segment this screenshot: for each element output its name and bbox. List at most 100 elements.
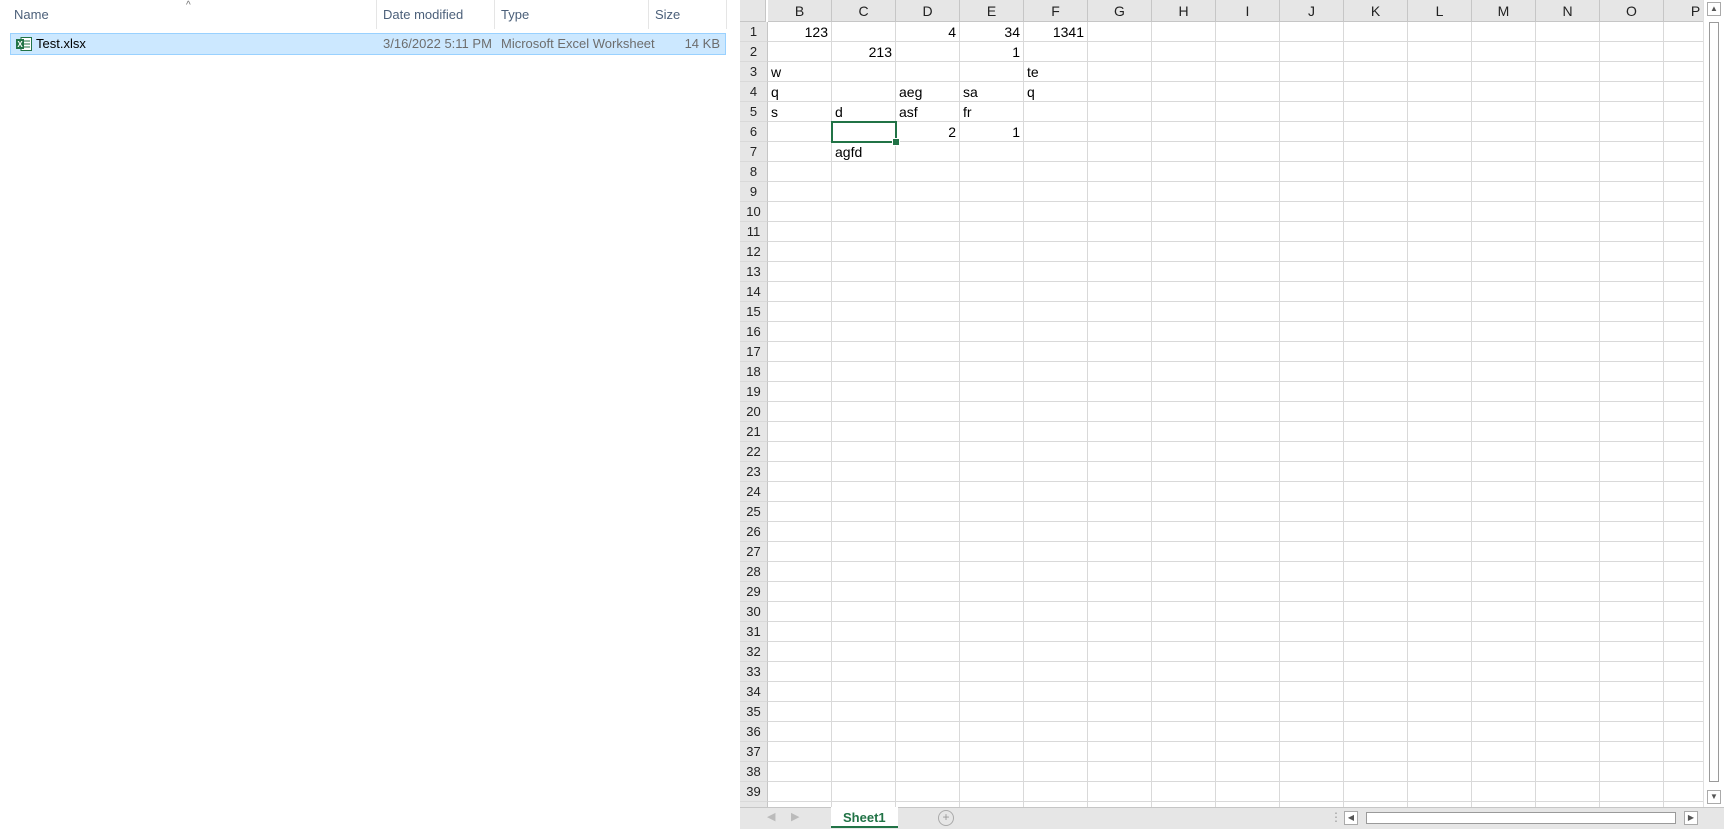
cell-f29[interactable] <box>1024 582 1088 602</box>
cell-i13[interactable] <box>1216 262 1280 282</box>
cell-h16[interactable] <box>1152 322 1216 342</box>
cell-o37[interactable] <box>1600 742 1664 762</box>
cell-j23[interactable] <box>1280 462 1344 482</box>
cell-i28[interactable] <box>1216 562 1280 582</box>
cell-c22[interactable] <box>832 442 896 462</box>
cell-m30[interactable] <box>1472 602 1536 622</box>
cell-d3[interactable] <box>896 62 960 82</box>
cell-m11[interactable] <box>1472 222 1536 242</box>
fill-handle[interactable] <box>892 138 900 146</box>
cell-m36[interactable] <box>1472 722 1536 742</box>
cell-b22[interactable] <box>768 442 832 462</box>
cell-d9[interactable] <box>896 182 960 202</box>
row-header-37[interactable]: 37 <box>740 742 768 762</box>
cell-b20[interactable] <box>768 402 832 422</box>
cell-p12[interactable] <box>1664 242 1704 262</box>
cell-e28[interactable] <box>960 562 1024 582</box>
cell-m2[interactable] <box>1472 42 1536 62</box>
cell-j37[interactable] <box>1280 742 1344 762</box>
cell-e25[interactable] <box>960 502 1024 522</box>
cell-p4[interactable] <box>1664 82 1704 102</box>
cell-e26[interactable] <box>960 522 1024 542</box>
cell-g7[interactable] <box>1088 142 1152 162</box>
cell-b27[interactable] <box>768 542 832 562</box>
cell-j7[interactable] <box>1280 142 1344 162</box>
cell-p24[interactable] <box>1664 482 1704 502</box>
add-sheet-icon[interactable]: + <box>938 810 954 826</box>
cell-g36[interactable] <box>1088 722 1152 742</box>
cell-n39[interactable] <box>1536 782 1600 802</box>
cell-m25[interactable] <box>1472 502 1536 522</box>
row-header-10[interactable]: 10 <box>740 202 768 222</box>
cell-d22[interactable] <box>896 442 960 462</box>
cell-e23[interactable] <box>960 462 1024 482</box>
column-header-l[interactable]: L <box>1408 0 1472 22</box>
cell-n5[interactable] <box>1536 102 1600 122</box>
cell-m27[interactable] <box>1472 542 1536 562</box>
scroll-left-button[interactable]: ◀ <box>1344 811 1358 825</box>
row-header-2[interactable]: 2 <box>740 42 768 62</box>
cell-d32[interactable] <box>896 642 960 662</box>
cell-j21[interactable] <box>1280 422 1344 442</box>
cell-e15[interactable] <box>960 302 1024 322</box>
cell-o15[interactable] <box>1600 302 1664 322</box>
cell-m26[interactable] <box>1472 522 1536 542</box>
cell-c34[interactable] <box>832 682 896 702</box>
cell-e9[interactable] <box>960 182 1024 202</box>
cell-o12[interactable] <box>1600 242 1664 262</box>
column-header-e[interactable]: E <box>960 0 1024 22</box>
scroll-up-button[interactable]: ▲ <box>1707 2 1721 16</box>
cell-o7[interactable] <box>1600 142 1664 162</box>
cell-d11[interactable] <box>896 222 960 242</box>
cell-k17[interactable] <box>1344 342 1408 362</box>
cell-d2[interactable] <box>896 42 960 62</box>
cell-g17[interactable] <box>1088 342 1152 362</box>
cell-b16[interactable] <box>768 322 832 342</box>
cell-j36[interactable] <box>1280 722 1344 742</box>
cell-n10[interactable] <box>1536 202 1600 222</box>
cell-g8[interactable] <box>1088 162 1152 182</box>
cell-i12[interactable] <box>1216 242 1280 262</box>
cell-e34[interactable] <box>960 682 1024 702</box>
cell-h22[interactable] <box>1152 442 1216 462</box>
vertical-scroll-thumb[interactable] <box>1709 22 1719 782</box>
cell-h38[interactable] <box>1152 762 1216 782</box>
row-header-28[interactable]: 28 <box>740 562 768 582</box>
cell-k12[interactable] <box>1344 242 1408 262</box>
cell-o13[interactable] <box>1600 262 1664 282</box>
cell-p2[interactable] <box>1664 42 1704 62</box>
cell-f14[interactable] <box>1024 282 1088 302</box>
cell-o29[interactable] <box>1600 582 1664 602</box>
cell-m32[interactable] <box>1472 642 1536 662</box>
cell-f4[interactable]: q <box>1024 82 1088 102</box>
cell-h14[interactable] <box>1152 282 1216 302</box>
cell-e33[interactable] <box>960 662 1024 682</box>
cell-o25[interactable] <box>1600 502 1664 522</box>
cell-h36[interactable] <box>1152 722 1216 742</box>
cell-l23[interactable] <box>1408 462 1472 482</box>
cell-l5[interactable] <box>1408 102 1472 122</box>
cell-j27[interactable] <box>1280 542 1344 562</box>
cell-n19[interactable] <box>1536 382 1600 402</box>
cell-n15[interactable] <box>1536 302 1600 322</box>
row-header-39[interactable]: 39 <box>740 782 768 802</box>
cell-i34[interactable] <box>1216 682 1280 702</box>
cell-j1[interactable] <box>1280 22 1344 42</box>
row-header-13[interactable]: 13 <box>740 262 768 282</box>
cell-c28[interactable] <box>832 562 896 582</box>
cell-b2[interactable] <box>768 42 832 62</box>
row-header-30[interactable]: 30 <box>740 602 768 622</box>
row-header-19[interactable]: 19 <box>740 382 768 402</box>
column-header-date-modified[interactable]: Date modified <box>377 0 494 29</box>
cell-p20[interactable] <box>1664 402 1704 422</box>
cell-f1[interactable]: 1341 <box>1024 22 1088 42</box>
cell-n16[interactable] <box>1536 322 1600 342</box>
cell-p3[interactable] <box>1664 62 1704 82</box>
cell-n35[interactable] <box>1536 702 1600 722</box>
cell-l22[interactable] <box>1408 442 1472 462</box>
cell-c16[interactable] <box>832 322 896 342</box>
cell-d14[interactable] <box>896 282 960 302</box>
cell-e13[interactable] <box>960 262 1024 282</box>
cell-l21[interactable] <box>1408 422 1472 442</box>
cell-o36[interactable] <box>1600 722 1664 742</box>
